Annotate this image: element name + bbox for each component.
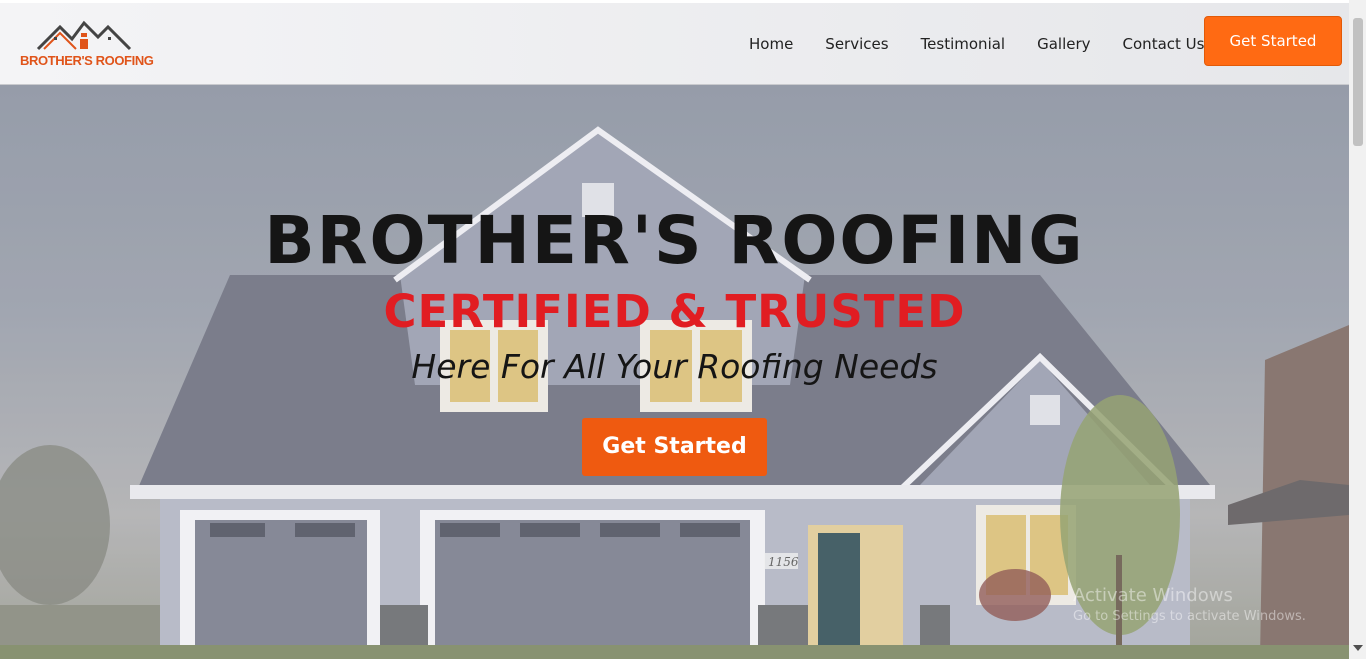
nav-contact-us[interactable]: Contact Us — [1123, 35, 1205, 53]
page-scrollbar[interactable] — [1349, 0, 1366, 659]
nav-gallery[interactable]: Gallery — [1037, 35, 1090, 53]
brand-logo[interactable]: BROTHER'S ROOFING — [20, 19, 154, 71]
nav-get-started-button[interactable]: Get Started — [1204, 16, 1342, 66]
roof-logo-icon — [36, 20, 132, 51]
hero-title: BROTHER'S ROOFING — [264, 202, 1085, 279]
hero-subtitle: CERTIFIED & TRUSTED — [383, 285, 966, 338]
scrollbar-thumb[interactable] — [1353, 18, 1363, 146]
navbar: BROTHER'S ROOFING Home Services Testimon… — [0, 3, 1349, 85]
hero-tagline: Here For All Your Roofing Needs — [411, 347, 938, 386]
watermark-line-2: Go to Settings to activate Windows. — [1073, 609, 1306, 624]
nav-services[interactable]: Services — [825, 35, 888, 53]
scroll-down-arrow-icon[interactable] — [1353, 645, 1363, 651]
hero-section: 1156 BROTHER'S ROOFING CERTIFIED & TRUST… — [0, 85, 1349, 659]
hero-get-started-button[interactable]: Get Started — [582, 418, 767, 476]
nav-home[interactable]: Home — [749, 35, 793, 53]
brand-name: BROTHER'S ROOFING — [20, 53, 154, 68]
windows-activation-watermark: Activate Windows Go to Settings to activ… — [1073, 585, 1306, 624]
nav-testimonial[interactable]: Testimonial — [921, 35, 1006, 53]
main-nav: Home Services Testimonial Gallery Contac… — [749, 35, 1236, 53]
watermark-line-1: Activate Windows — [1073, 585, 1233, 606]
